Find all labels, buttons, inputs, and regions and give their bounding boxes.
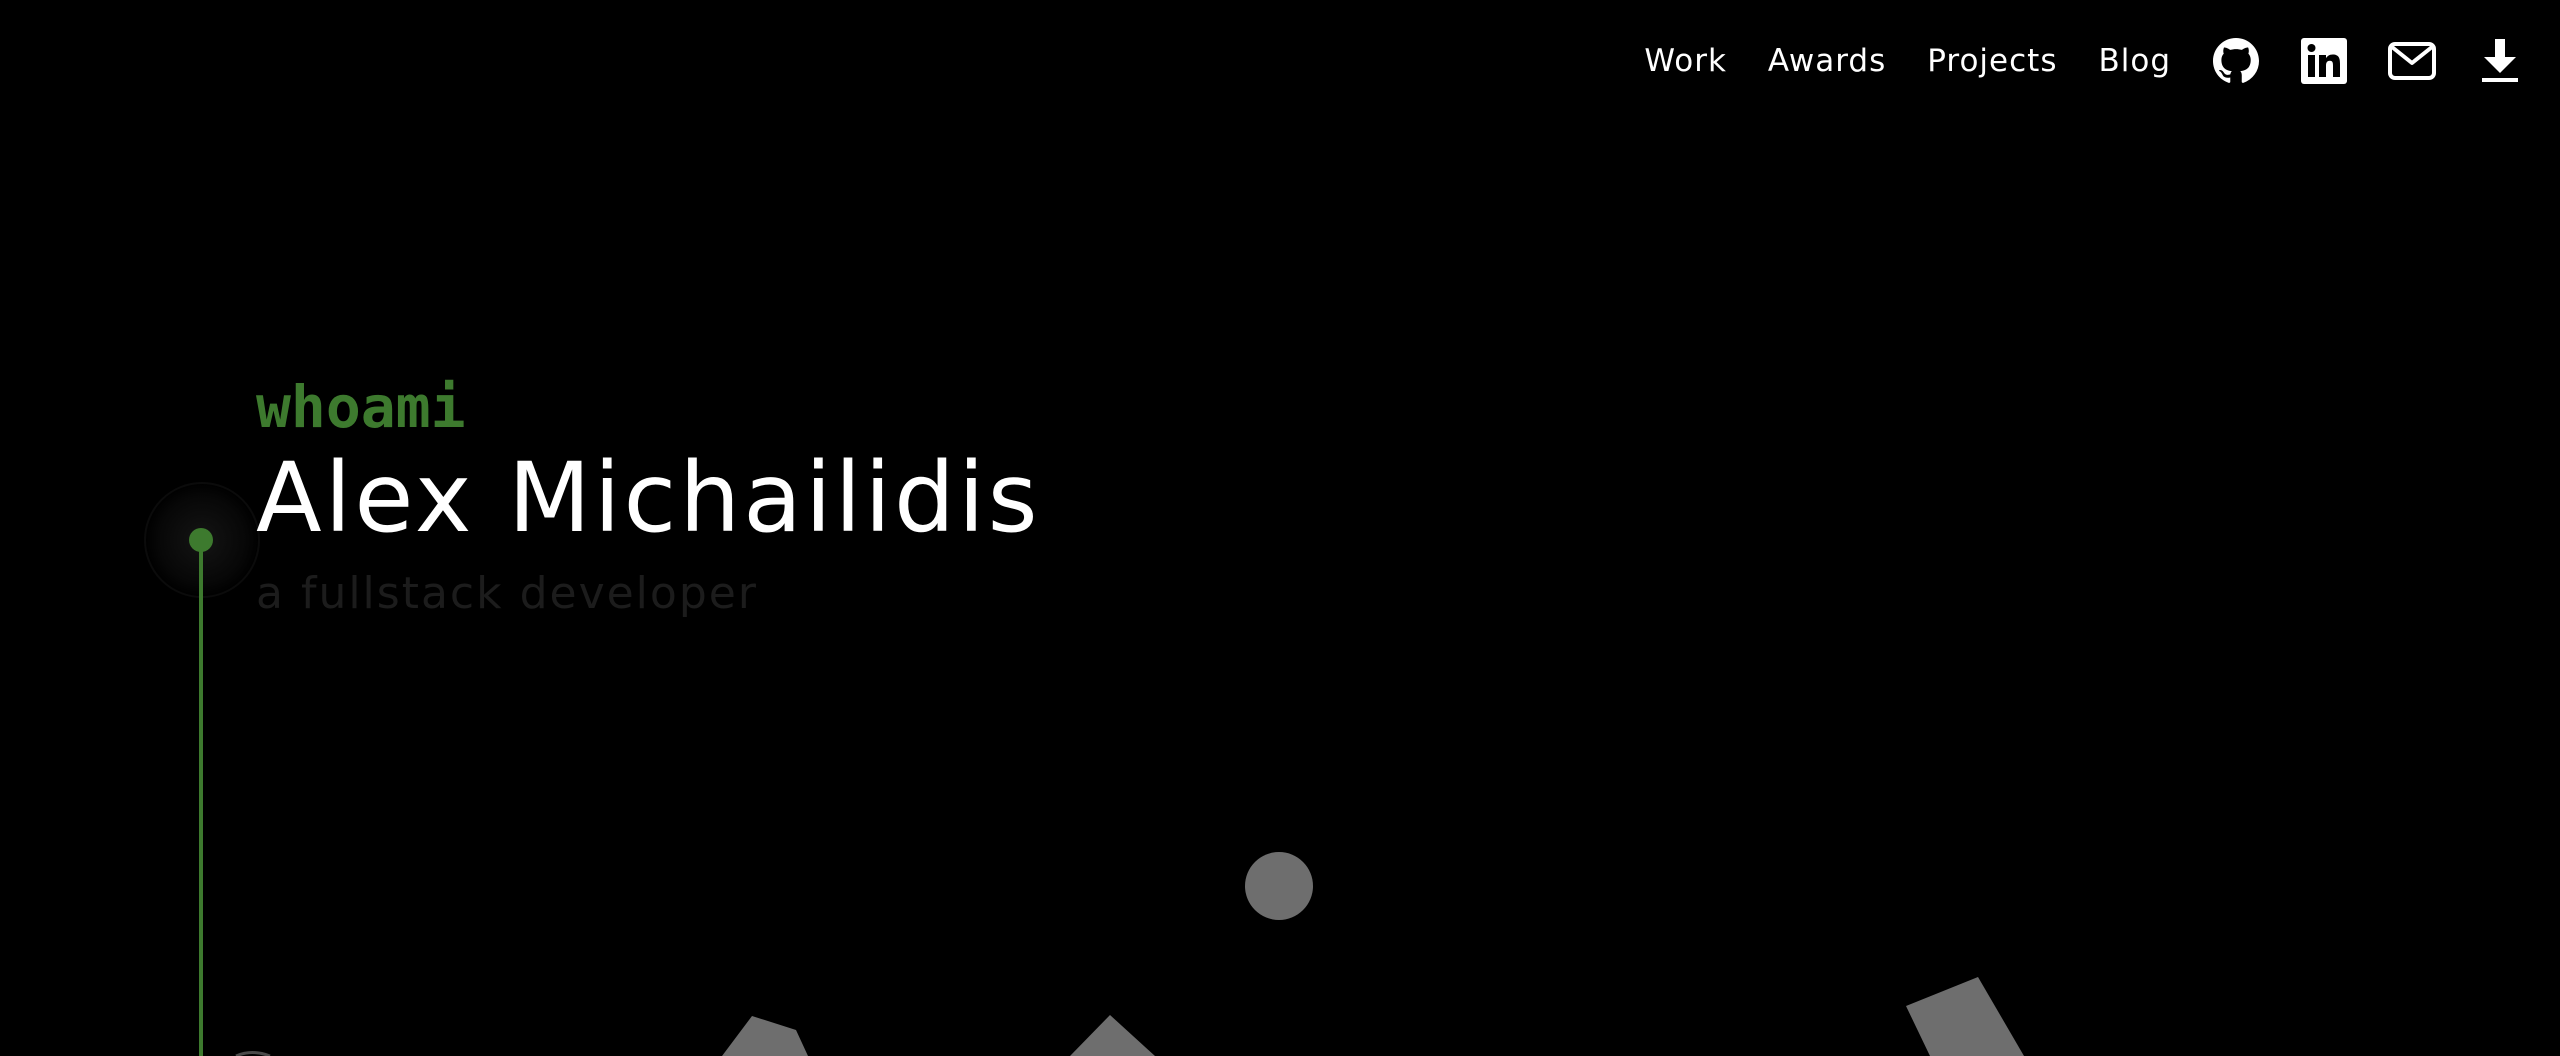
mail-icon (2387, 41, 2437, 81)
linkedin-link[interactable] (2300, 37, 2348, 85)
floating-pentagon (722, 1016, 808, 1056)
timeline-line (199, 540, 203, 1056)
floating-arc (235, 1051, 271, 1056)
whoami-command: whoami (256, 373, 466, 441)
linkedin-icon (2301, 38, 2347, 84)
floating-diamond (1070, 1015, 1155, 1056)
github-link[interactable] (2212, 37, 2260, 85)
nav-link-work[interactable]: Work (1644, 45, 1727, 77)
hero-tagline: a fullstack developer (256, 568, 758, 619)
nav-link-blog[interactable]: Blog (2098, 45, 2171, 77)
nav-link-awards[interactable]: Awards (1768, 45, 1886, 77)
hero-name: Alex Michailidis (256, 442, 1041, 554)
mail-link[interactable] (2388, 37, 2436, 85)
floating-circle (1245, 852, 1313, 920)
top-nav: Work Awards Projects Blog (1644, 30, 2524, 92)
github-icon (2213, 38, 2259, 84)
download-resume-link[interactable] (2476, 37, 2524, 85)
nav-link-projects[interactable]: Projects (1927, 45, 2057, 77)
floating-rectangle (1906, 977, 2024, 1056)
download-icon (2480, 39, 2520, 83)
timeline-dot (189, 528, 213, 552)
hero-section: whoami Alex Michailidis a fullstack deve… (256, 378, 1041, 616)
